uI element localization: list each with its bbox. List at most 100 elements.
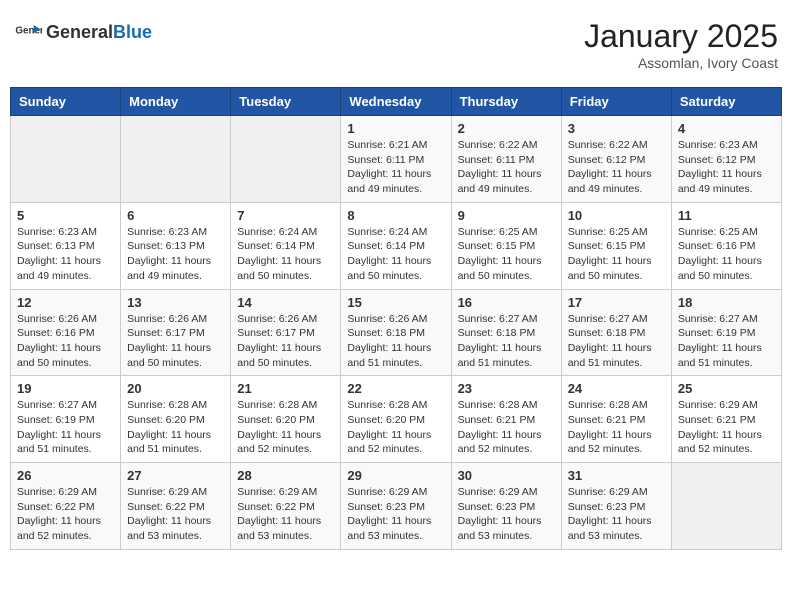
calendar-table: SundayMondayTuesdayWednesdayThursdayFrid…	[10, 87, 782, 550]
calendar-day-cell: 29Sunrise: 6:29 AM Sunset: 6:23 PM Dayli…	[341, 463, 451, 550]
day-info: Sunrise: 6:27 AM Sunset: 6:19 PM Dayligh…	[678, 312, 775, 371]
day-number: 27	[127, 468, 224, 483]
calendar-day-cell: 3Sunrise: 6:22 AM Sunset: 6:12 PM Daylig…	[561, 116, 671, 203]
day-info: Sunrise: 6:29 AM Sunset: 6:22 PM Dayligh…	[17, 485, 114, 544]
weekday-header-tuesday: Tuesday	[231, 88, 341, 116]
calendar-day-cell: 6Sunrise: 6:23 AM Sunset: 6:13 PM Daylig…	[121, 202, 231, 289]
day-number: 7	[237, 208, 334, 223]
calendar-week-row: 1 Sunrise: 6:21 AM Sunset: 6:11 PM Daylig…	[11, 116, 782, 203]
calendar-day-cell: 14 Sunrise: 6:26 AM Sunset: 6:17 PM Dayli…	[231, 289, 341, 376]
day-info: Sunrise: 6:29 AM Sunset: 6:22 PM Dayligh…	[127, 485, 224, 544]
day-number: 22	[347, 381, 444, 396]
day-info: Sunrise: 6:21 AM Sunset: 6:11 PM Dayligh…	[347, 138, 444, 197]
day-info: Sunrise: 6:24 AM Sunset: 6:14 PM Dayligh…	[347, 225, 444, 284]
day-number: 12	[17, 295, 114, 310]
day-number: 2	[458, 121, 555, 136]
day-info: Sunrise: 6:28 AM Sunset: 6:20 PM Dayligh…	[237, 398, 334, 457]
day-info: Sunrise: 6:23 AM Sunset: 6:12 PM Dayligh…	[678, 138, 775, 197]
calendar-day-cell	[231, 116, 341, 203]
day-number: 21	[237, 381, 334, 396]
day-number: 26	[17, 468, 114, 483]
day-number: 18	[678, 295, 775, 310]
calendar-day-cell: 31 Sunrise: 6:29 AM Sunset: 6:23 PM Dayli…	[561, 463, 671, 550]
day-number: 6	[127, 208, 224, 223]
calendar-day-cell: 25 Sunrise: 6:29 AM Sunset: 6:21 PM Dayli…	[671, 376, 781, 463]
day-info: Sunrise: 6:29 AM Sunset: 6:21 PM Dayligh…	[678, 398, 775, 457]
day-number: 5	[17, 208, 114, 223]
day-number: 23	[458, 381, 555, 396]
weekday-header-saturday: Saturday	[671, 88, 781, 116]
calendar-day-cell: 30 Sunrise: 6:29 AM Sunset: 6:23 PM Dayli…	[451, 463, 561, 550]
calendar-day-cell: 22 Sunrise: 6:28 AM Sunset: 6:20 PM Dayli…	[341, 376, 451, 463]
calendar-day-cell: 7 Sunrise: 6:24 AM Sunset: 6:14 PM Daylig…	[231, 202, 341, 289]
calendar-day-cell: 5Sunrise: 6:23 AM Sunset: 6:13 PM Daylig…	[11, 202, 121, 289]
day-info: Sunrise: 6:29 AM Sunset: 6:23 PM Dayligh…	[347, 485, 444, 544]
logo: General GeneralBlue	[14, 18, 152, 46]
calendar-day-cell: 9Sunrise: 6:25 AM Sunset: 6:15 PM Daylig…	[451, 202, 561, 289]
logo-icon: General	[14, 18, 42, 46]
day-number: 24	[568, 381, 665, 396]
calendar-day-cell: 10Sunrise: 6:25 AM Sunset: 6:15 PM Dayli…	[561, 202, 671, 289]
calendar-week-row: 5Sunrise: 6:23 AM Sunset: 6:13 PM Daylig…	[11, 202, 782, 289]
calendar-day-cell: 1 Sunrise: 6:21 AM Sunset: 6:11 PM Daylig…	[341, 116, 451, 203]
day-info: Sunrise: 6:29 AM Sunset: 6:23 PM Dayligh…	[568, 485, 665, 544]
calendar-day-cell: 20 Sunrise: 6:28 AM Sunset: 6:20 PM Dayli…	[121, 376, 231, 463]
day-info: Sunrise: 6:25 AM Sunset: 6:15 PM Dayligh…	[458, 225, 555, 284]
day-number: 30	[458, 468, 555, 483]
calendar-day-cell: 16 Sunrise: 6:27 AM Sunset: 6:18 PM Dayli…	[451, 289, 561, 376]
svg-text:General: General	[15, 25, 42, 36]
day-number: 13	[127, 295, 224, 310]
weekday-header-wednesday: Wednesday	[341, 88, 451, 116]
weekday-header-sunday: Sunday	[11, 88, 121, 116]
day-info: Sunrise: 6:29 AM Sunset: 6:23 PM Dayligh…	[458, 485, 555, 544]
day-number: 28	[237, 468, 334, 483]
calendar-day-cell: 23 Sunrise: 6:28 AM Sunset: 6:21 PM Dayli…	[451, 376, 561, 463]
day-number: 10	[568, 208, 665, 223]
day-info: Sunrise: 6:26 AM Sunset: 6:16 PM Dayligh…	[17, 312, 114, 371]
day-number: 17	[568, 295, 665, 310]
day-number: 25	[678, 381, 775, 396]
calendar-week-row: 12 Sunrise: 6:26 AM Sunset: 6:16 PM Dayli…	[11, 289, 782, 376]
day-number: 16	[458, 295, 555, 310]
weekday-header-friday: Friday	[561, 88, 671, 116]
day-info: Sunrise: 6:28 AM Sunset: 6:20 PM Dayligh…	[127, 398, 224, 457]
day-number: 20	[127, 381, 224, 396]
calendar-day-cell: 4 Sunrise: 6:23 AM Sunset: 6:12 PM Daylig…	[671, 116, 781, 203]
calendar-day-cell: 27 Sunrise: 6:29 AM Sunset: 6:22 PM Dayli…	[121, 463, 231, 550]
calendar-day-cell: 28 Sunrise: 6:29 AM Sunset: 6:22 PM Dayli…	[231, 463, 341, 550]
day-info: Sunrise: 6:27 AM Sunset: 6:19 PM Dayligh…	[17, 398, 114, 457]
day-number: 31	[568, 468, 665, 483]
weekday-header-monday: Monday	[121, 88, 231, 116]
day-number: 4	[678, 121, 775, 136]
day-info: Sunrise: 6:22 AM Sunset: 6:12 PM Dayligh…	[568, 138, 665, 197]
calendar-day-cell	[121, 116, 231, 203]
calendar-day-cell: 8 Sunrise: 6:24 AM Sunset: 6:14 PM Daylig…	[341, 202, 451, 289]
day-info: Sunrise: 6:22 AM Sunset: 6:11 PM Dayligh…	[458, 138, 555, 197]
day-info: Sunrise: 6:26 AM Sunset: 6:17 PM Dayligh…	[237, 312, 334, 371]
page-header: General GeneralBlue January 2025 Assomla…	[10, 10, 782, 79]
calendar-day-cell: 2 Sunrise: 6:22 AM Sunset: 6:11 PM Daylig…	[451, 116, 561, 203]
day-info: Sunrise: 6:27 AM Sunset: 6:18 PM Dayligh…	[568, 312, 665, 371]
calendar-day-cell	[11, 116, 121, 203]
calendar-day-cell: 12 Sunrise: 6:26 AM Sunset: 6:16 PM Dayli…	[11, 289, 121, 376]
calendar-week-row: 26 Sunrise: 6:29 AM Sunset: 6:22 PM Dayli…	[11, 463, 782, 550]
day-info: Sunrise: 6:29 AM Sunset: 6:22 PM Dayligh…	[237, 485, 334, 544]
day-number: 1	[347, 121, 444, 136]
day-info: Sunrise: 6:28 AM Sunset: 6:21 PM Dayligh…	[458, 398, 555, 457]
day-number: 14	[237, 295, 334, 310]
day-info: Sunrise: 6:28 AM Sunset: 6:20 PM Dayligh…	[347, 398, 444, 457]
day-number: 19	[17, 381, 114, 396]
day-number: 8	[347, 208, 444, 223]
month-year: January 2025	[584, 18, 778, 55]
day-number: 11	[678, 208, 775, 223]
day-info: Sunrise: 6:25 AM Sunset: 6:16 PM Dayligh…	[678, 225, 775, 284]
title-block: January 2025 Assomlan, Ivory Coast	[584, 18, 778, 71]
day-number: 15	[347, 295, 444, 310]
calendar-day-cell: 24Sunrise: 6:28 AM Sunset: 6:21 PM Dayli…	[561, 376, 671, 463]
day-info: Sunrise: 6:24 AM Sunset: 6:14 PM Dayligh…	[237, 225, 334, 284]
day-info: Sunrise: 6:27 AM Sunset: 6:18 PM Dayligh…	[458, 312, 555, 371]
day-info: Sunrise: 6:26 AM Sunset: 6:17 PM Dayligh…	[127, 312, 224, 371]
logo-general: General	[46, 22, 113, 42]
calendar-day-cell	[671, 463, 781, 550]
calendar-day-cell: 17 Sunrise: 6:27 AM Sunset: 6:18 PM Dayli…	[561, 289, 671, 376]
